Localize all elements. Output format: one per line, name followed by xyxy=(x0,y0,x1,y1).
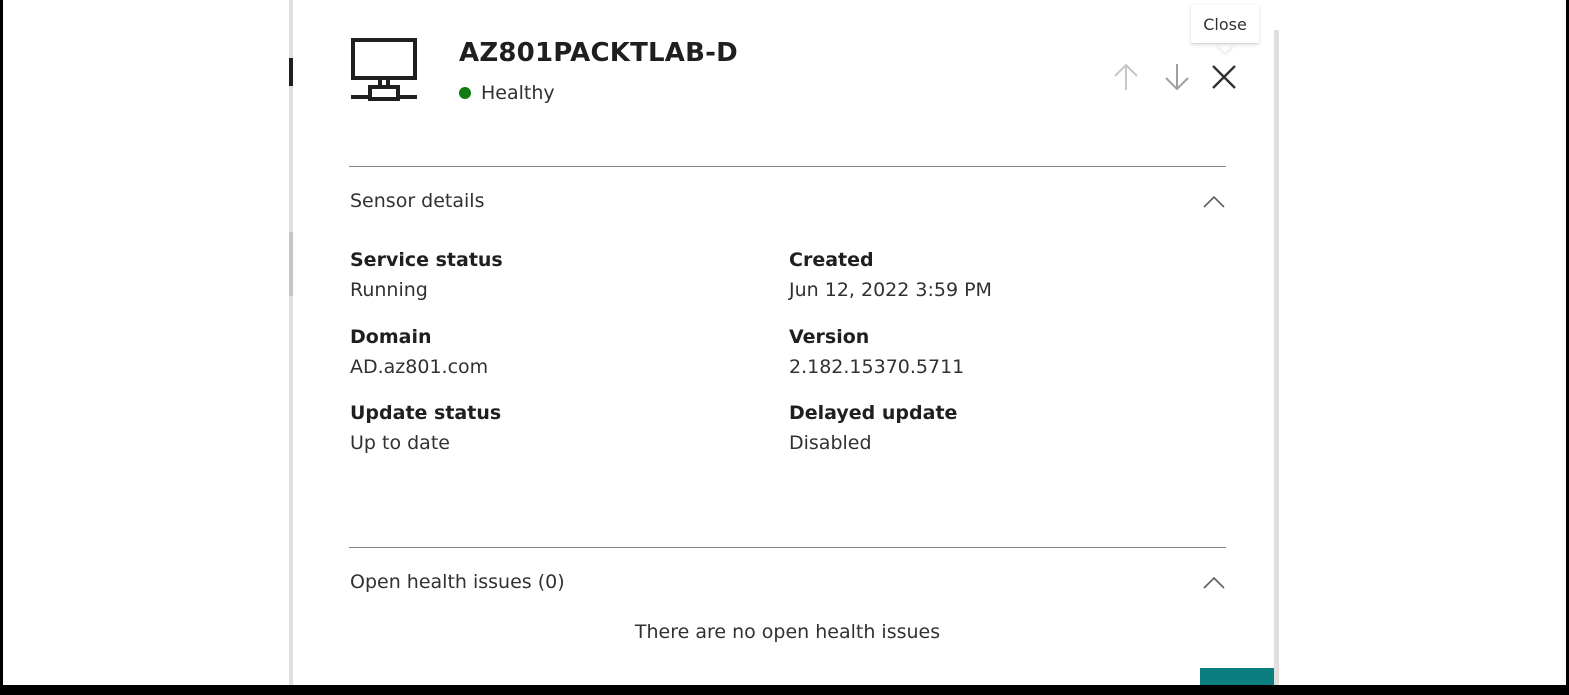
field-created: Created Jun 12, 2022 3:59 PM xyxy=(789,249,992,301)
field-update-status: Update status Up to date xyxy=(350,402,501,454)
empty-state-message: There are no open health issues xyxy=(634,621,941,643)
section-title-sensor-details: Sensor details xyxy=(350,190,485,212)
frame-bottom-edge xyxy=(0,685,1569,695)
close-tooltip: Close xyxy=(1191,5,1259,43)
arrow-up-icon xyxy=(1114,63,1138,90)
field-label: Version xyxy=(789,326,870,348)
section-title-open-health-issues: Open health issues (0) xyxy=(350,571,565,593)
field-value: Up to date xyxy=(350,432,450,454)
divider xyxy=(349,547,1226,548)
field-version: Version 2.182.15370.5711 xyxy=(789,326,964,378)
field-service-status: Service status Running xyxy=(350,249,503,301)
close-icon xyxy=(1212,65,1236,89)
frame-left-edge xyxy=(0,0,3,685)
field-value: Running xyxy=(350,279,428,301)
status-label: Healthy xyxy=(481,82,555,104)
network-computer-icon xyxy=(351,38,417,101)
status-badge: Healthy xyxy=(459,82,555,104)
field-value: 2.182.15370.5711 xyxy=(789,356,965,378)
field-domain: Domain AD.az801.com xyxy=(350,326,488,378)
close-button[interactable] xyxy=(1207,60,1241,94)
primary-action-button[interactable] xyxy=(1200,668,1274,685)
field-label: Update status xyxy=(350,402,502,424)
arrow-down-icon xyxy=(1165,64,1189,91)
next-item-button[interactable] xyxy=(1160,60,1194,94)
field-label: Service status xyxy=(350,249,503,271)
status-dot-icon xyxy=(459,87,471,99)
field-value: AD.az801.com xyxy=(350,356,489,378)
field-label: Delayed update xyxy=(789,402,958,424)
page-title: AZ801PACKTLAB-D xyxy=(459,38,738,68)
field-delayed-update: Delayed update Disabled xyxy=(789,402,957,454)
chevron-up-icon[interactable] xyxy=(1201,570,1227,596)
field-label: Created xyxy=(789,249,874,271)
field-value: Disabled xyxy=(789,432,872,454)
chevron-up-icon[interactable] xyxy=(1201,189,1227,215)
previous-item-button[interactable] xyxy=(1109,60,1143,94)
panel-scrollbar[interactable] xyxy=(1274,30,1279,685)
field-value: Jun 12, 2022 3:59 PM xyxy=(789,279,992,301)
divider xyxy=(349,166,1226,167)
field-label: Domain xyxy=(350,326,432,348)
